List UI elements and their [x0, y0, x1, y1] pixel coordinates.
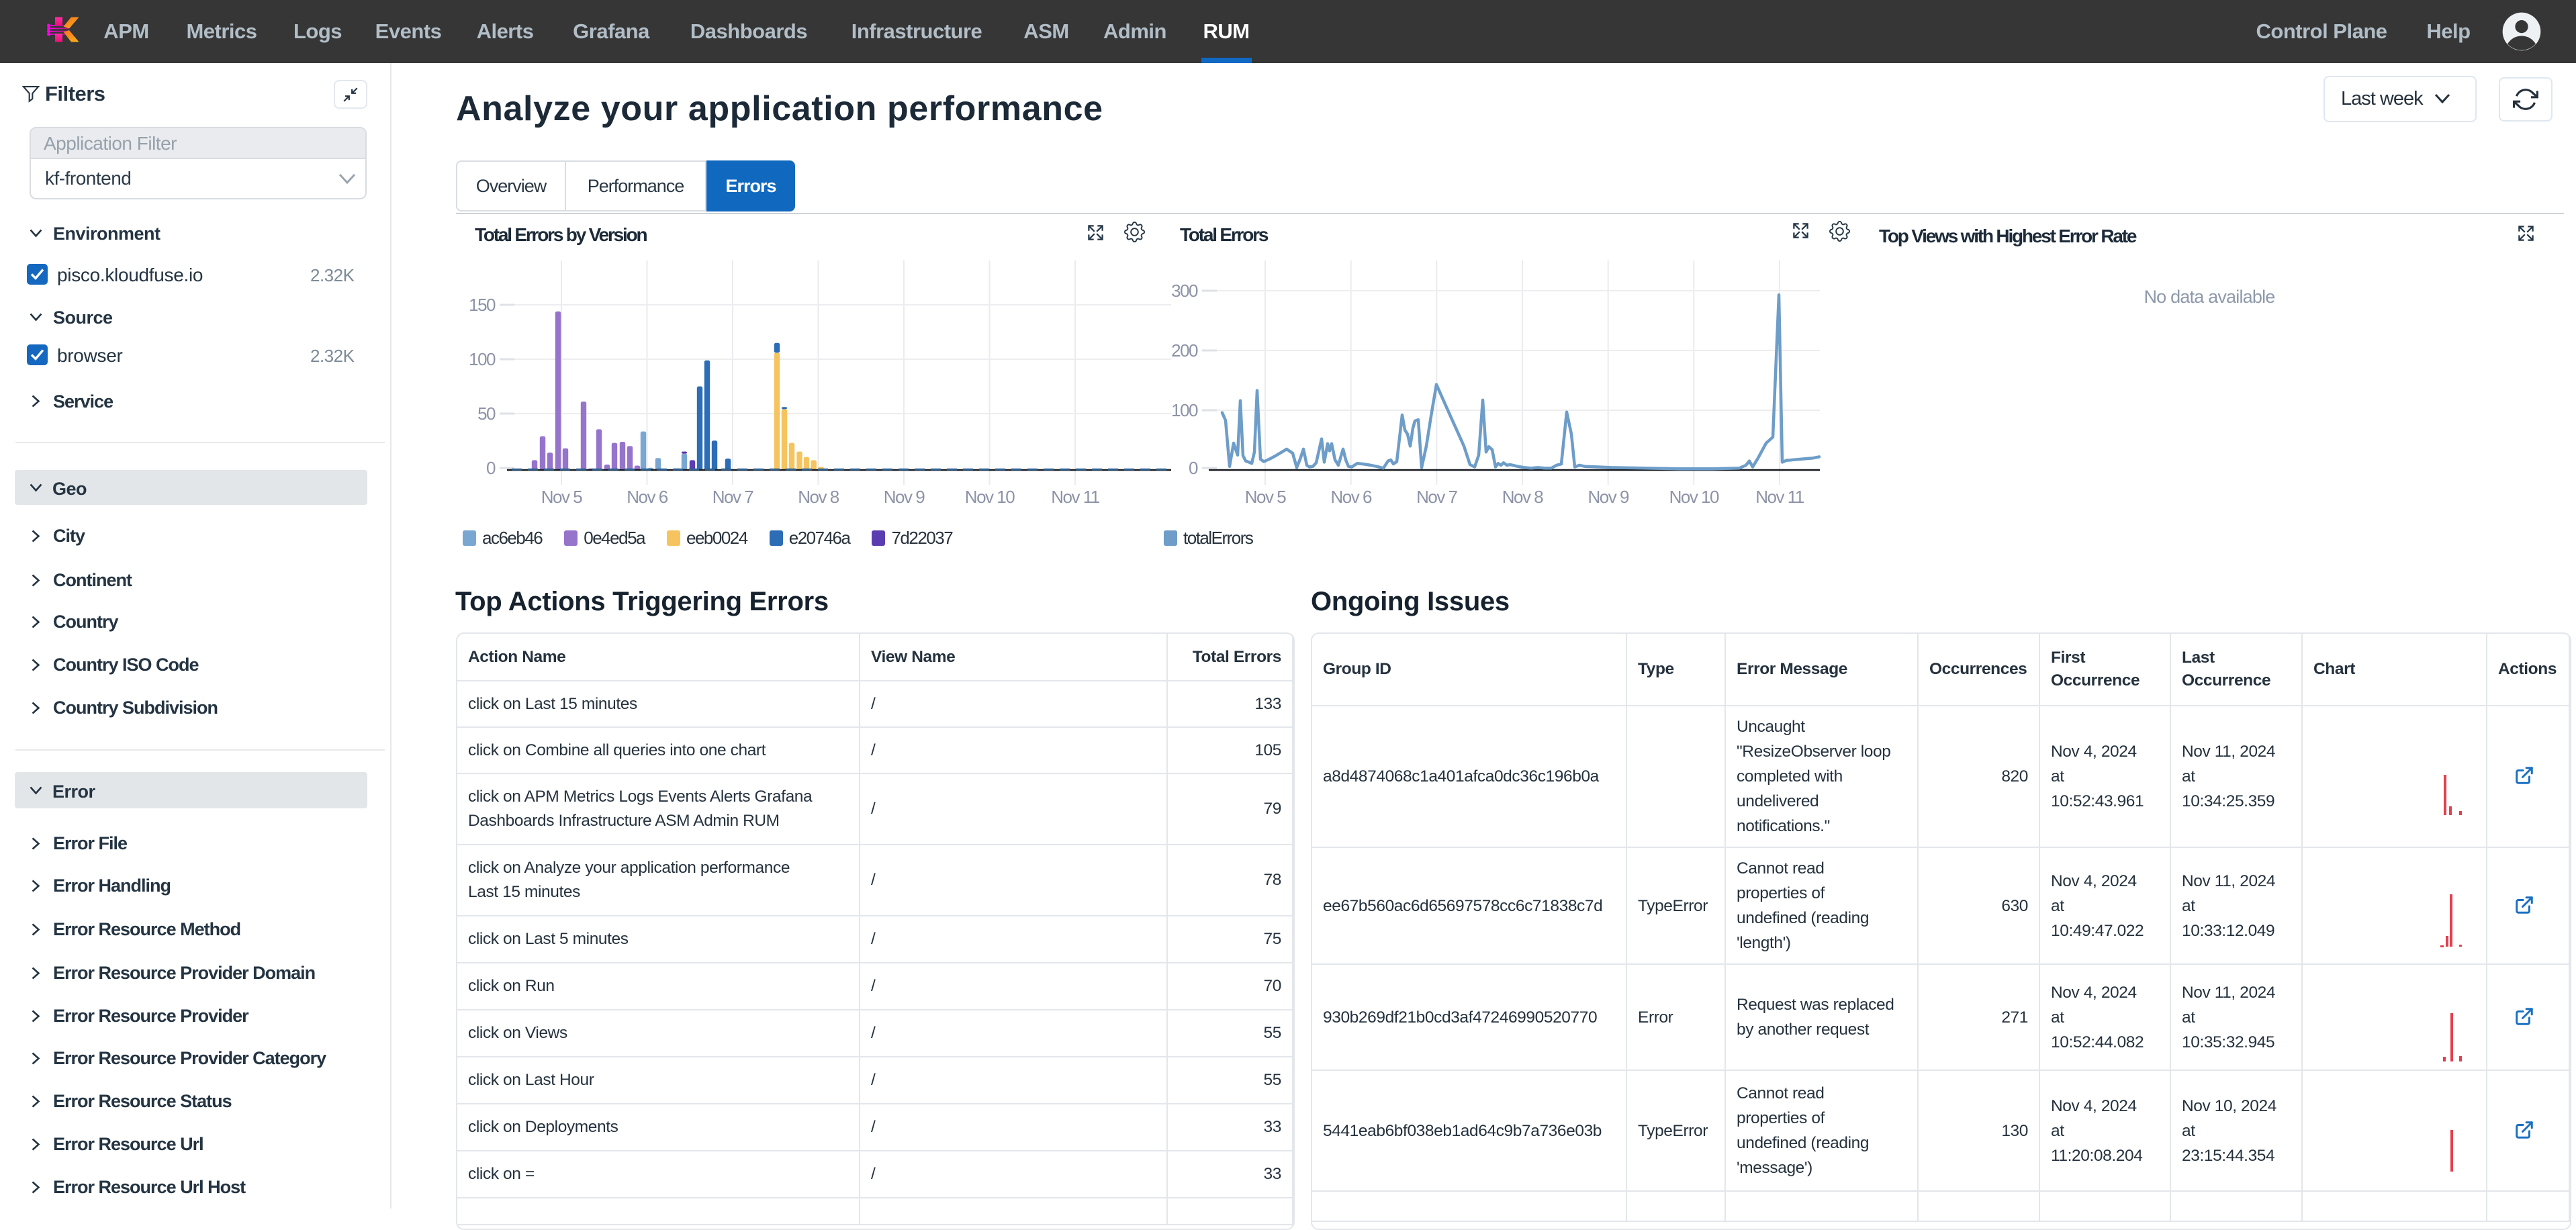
svg-text:50: 50 [477, 404, 496, 424]
svg-text:Nov 7: Nov 7 [712, 487, 753, 507]
svg-text:Nov 9: Nov 9 [884, 487, 925, 507]
svg-text:Nov 9: Nov 9 [1588, 487, 1628, 507]
svg-text:Nov 11: Nov 11 [1051, 487, 1099, 507]
svg-text:150: 150 [469, 295, 496, 315]
svg-text:300: 300 [1171, 281, 1198, 301]
svg-text:100: 100 [1171, 400, 1198, 420]
svg-text:Nov 7: Nov 7 [1416, 487, 1457, 507]
svg-text:Nov 6: Nov 6 [627, 487, 668, 507]
svg-text:200: 200 [1171, 340, 1198, 361]
svg-text:Nov 8: Nov 8 [1502, 487, 1543, 507]
svg-text:Nov 10: Nov 10 [1669, 487, 1719, 507]
svg-text:Nov 6: Nov 6 [1330, 487, 1371, 507]
svg-text:Nov 5: Nov 5 [1245, 487, 1286, 507]
svg-text:0: 0 [1189, 458, 1198, 478]
svg-text:Nov 10: Nov 10 [965, 487, 1015, 507]
svg-text:Nov 11: Nov 11 [1755, 487, 1804, 507]
svg-text:0: 0 [486, 458, 496, 478]
svg-text:Nov 5: Nov 5 [541, 487, 582, 507]
svg-text:Nov 8: Nov 8 [798, 487, 839, 507]
svg-text:100: 100 [469, 349, 496, 369]
